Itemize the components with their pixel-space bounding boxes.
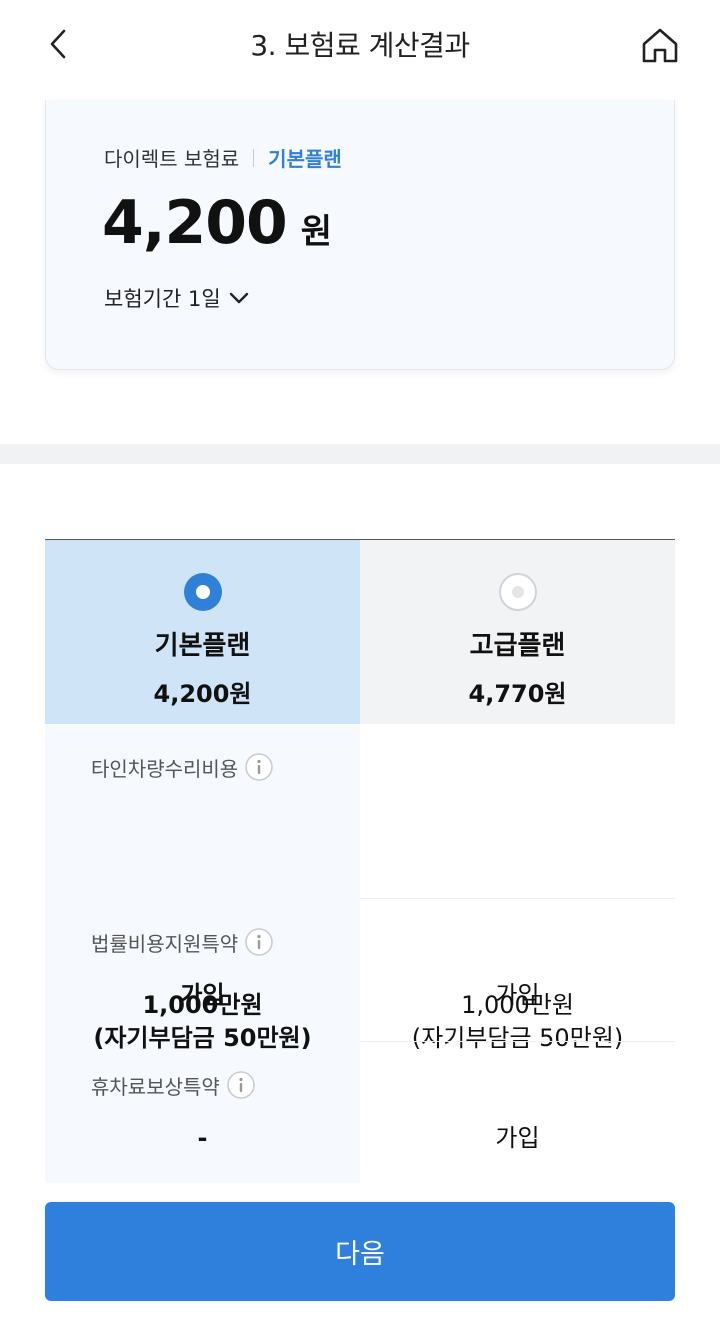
home-button[interactable] bbox=[636, 22, 684, 68]
basic-plan-option[interactable]: 기본플랜 4,200원 bbox=[45, 540, 360, 724]
premium-plan-column: 고급플랜 4,770원 1,000만원 (자기부담금 50만원) 가입 가입 bbox=[360, 540, 675, 1183]
coverage-value: - bbox=[197, 1124, 208, 1152]
premium-amount: 4,200 원 bbox=[102, 188, 332, 258]
next-button[interactable]: 다음 bbox=[45, 1202, 675, 1301]
premium-label: 다이렉트 보험료 bbox=[104, 147, 240, 171]
plan-name: 기본플랜 bbox=[154, 631, 251, 661]
radio-unselected[interactable] bbox=[498, 573, 537, 611]
plan-comparison-table: 기본플랜 4,200원 타인차량수리비용 1,000만원 (자기부담금 50만원… bbox=[45, 539, 675, 1183]
home-icon bbox=[642, 28, 678, 63]
row-label-text: 휴차료보상특약 bbox=[91, 1074, 220, 1099]
premium-amount-unit: 원 bbox=[300, 212, 333, 252]
selected-plan-name: 기본플랜 bbox=[268, 147, 342, 171]
premium-amount-value: 4,200 bbox=[102, 188, 288, 258]
table-row: 법률비용지원특약 가입 bbox=[45, 899, 360, 1042]
plan-name: 고급플랜 bbox=[469, 631, 566, 661]
section-divider bbox=[0, 444, 720, 464]
coverage-value: 가입 bbox=[495, 981, 540, 1009]
app-header: 3. 보험료 계산결과 bbox=[0, 0, 720, 100]
premium-plan-option[interactable]: 고급플랜 4,770원 bbox=[360, 540, 675, 724]
table-row: 1,000만원 (자기부담금 50만원) bbox=[360, 724, 675, 1052]
divider bbox=[253, 148, 255, 167]
row-label: 휴차료보상특약 bbox=[91, 1070, 256, 1100]
plan-price: 4,200원 bbox=[153, 680, 252, 708]
premium-summary-card: 다이렉트 보험료 기본플랜 4,200 원 보험기간 1일 bbox=[45, 100, 675, 370]
premium-label-row: 다이렉트 보험료 기본플랜 bbox=[104, 143, 342, 172]
table-row: 가입 bbox=[360, 1042, 675, 1183]
insurance-period-toggle[interactable]: 보험기간 1일 bbox=[104, 283, 249, 313]
radio-selected[interactable] bbox=[183, 573, 222, 611]
info-icon[interactable] bbox=[244, 752, 274, 782]
coverage-value: 가입 bbox=[180, 981, 225, 1009]
row-label: 법률비용지원특약 bbox=[91, 927, 274, 957]
plan-price: 4,770원 bbox=[468, 680, 567, 708]
table-row: 휴차료보상특약 - bbox=[45, 1042, 360, 1183]
row-label: 타인차량수리비용 bbox=[91, 752, 274, 782]
table-row: 타인차량수리비용 1,000만원 (자기부담금 50만원) bbox=[45, 724, 360, 1052]
info-icon[interactable] bbox=[244, 927, 274, 957]
row-label-text: 타인차량수리비용 bbox=[91, 756, 239, 781]
info-icon[interactable] bbox=[226, 1070, 256, 1100]
table-row: 가입 bbox=[360, 899, 675, 1042]
basic-plan-column: 기본플랜 4,200원 타인차량수리비용 1,000만원 (자기부담금 50만원… bbox=[45, 540, 360, 1183]
row-label-text: 법률비용지원특약 bbox=[91, 931, 239, 956]
coverage-value: 가입 bbox=[495, 1124, 540, 1152]
insurance-period-label: 보험기간 1일 bbox=[104, 287, 221, 311]
chevron-down-icon bbox=[229, 292, 248, 304]
page-title: 3. 보험료 계산결과 bbox=[250, 29, 470, 62]
